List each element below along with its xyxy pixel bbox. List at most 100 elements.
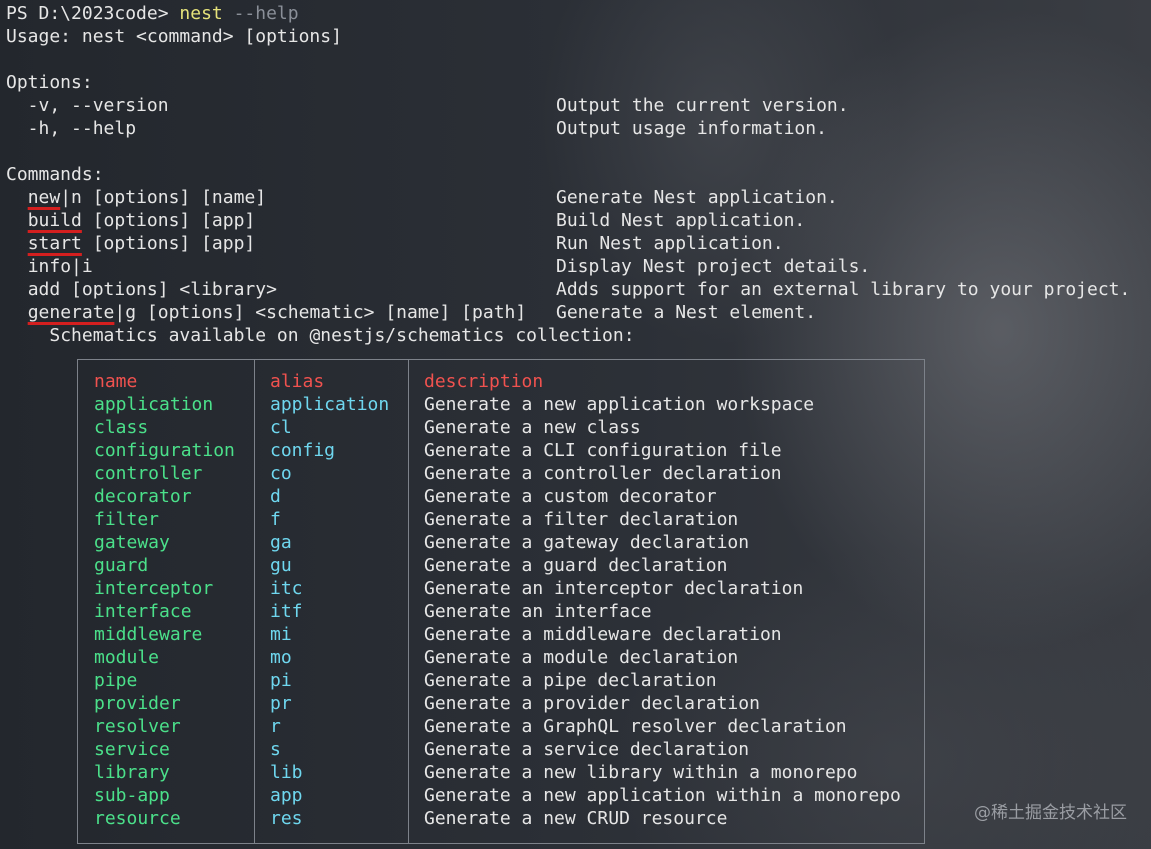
- option-help: -h, --help Output usage information.: [6, 118, 827, 139]
- command-generate: generate|g [options] <schematic> [name] …: [27, 302, 817, 323]
- schematic-description: Generate a guard declaration: [424, 555, 728, 576]
- schematic-name: interceptor: [94, 578, 214, 599]
- command-name-new: new: [27, 187, 61, 208]
- schematic-description: Generate a middleware declaration: [424, 624, 782, 645]
- table-row: provider pr Generate a provider declaratio…: [78, 692, 924, 715]
- table-row: gateway ga Generate a gateway declaration: [78, 531, 924, 554]
- schematic-description: Generate an interface: [424, 601, 652, 622]
- schematic-name: module: [94, 647, 160, 668]
- command-name-build: build: [27, 210, 82, 231]
- schematic-name: service: [94, 739, 170, 760]
- schematic-description: Generate a new class: [424, 417, 641, 438]
- table-row: library lib Generate a new library within …: [78, 761, 924, 784]
- table-row: pipe pi Generate a pipe declaration: [78, 669, 924, 692]
- schematic-description: Generate a filter declaration: [424, 509, 739, 530]
- schematic-description: Generate a custom decorator: [424, 486, 717, 507]
- command-new: new|n [options] [name] Generate Nest appl…: [27, 187, 838, 208]
- table-row: interface itf Generate an interface: [78, 600, 924, 623]
- command-add: add [options] <library> Adds support for …: [27, 279, 1131, 300]
- table-row: service s Generate a service declaration: [78, 738, 924, 761]
- terminal-output[interactable]: PS D:\2023code> nest --help Usage: nest …: [6, 2, 1151, 347]
- schematic-name: sub-app: [94, 785, 170, 806]
- schematic-description: Generate a new application within a mono…: [424, 785, 901, 806]
- schematic-description: Generate a gateway declaration: [424, 532, 750, 553]
- schematic-alias: gu: [270, 555, 292, 576]
- schematic-name: provider: [94, 693, 181, 714]
- table-row: resolver r Generate a GraphQL resolver dec…: [78, 715, 924, 738]
- schematic-description: Generate a pipe declaration: [424, 670, 717, 691]
- schematic-alias: res: [270, 808, 303, 829]
- watermark: @稀土掘金技术社区: [974, 803, 1127, 823]
- schematic-alias: app: [270, 785, 303, 806]
- schematic-description: Generate a module declaration: [424, 647, 739, 668]
- table-row: sub-app app Generate a new application wit…: [78, 784, 924, 807]
- schematic-name: resolver: [94, 716, 181, 737]
- schematic-name: controller: [94, 463, 203, 484]
- prompt-path: PS D:\2023code>: [6, 3, 180, 24]
- schematic-name: configuration: [94, 440, 235, 461]
- schematic-description: Generate a CLI configuration file: [424, 440, 782, 461]
- prompt-command: nest: [179, 3, 223, 24]
- schematic-description: Generate an interceptor declaration: [424, 578, 804, 599]
- schematic-alias: lib: [270, 762, 303, 783]
- schematic-alias: d: [270, 486, 281, 507]
- schematic-description: Generate a provider declaration: [424, 693, 760, 714]
- schematic-alias: itf: [270, 601, 303, 622]
- table-header-row: name alias description: [78, 370, 924, 393]
- table-row: class cl Generate a new class: [78, 416, 924, 439]
- header-alias: alias: [270, 371, 325, 392]
- command-build: build [options] [app] Build Nest applicat…: [27, 210, 806, 231]
- command-name-generate: generate: [27, 302, 115, 323]
- schematic-alias: s: [270, 739, 281, 760]
- schematic-alias: itc: [270, 578, 303, 599]
- schematic-name: library: [94, 762, 170, 783]
- schematic-alias: ga: [270, 532, 292, 553]
- schematic-alias: mo: [270, 647, 292, 668]
- schematic-alias: cl: [270, 417, 292, 438]
- schematics-line: Schematics available on @nestjs/schemati…: [49, 325, 635, 346]
- schematic-name: gateway: [94, 532, 170, 553]
- command-name-start: start: [27, 233, 82, 254]
- schematic-name: class: [94, 417, 149, 438]
- schematic-name: application: [94, 394, 214, 415]
- schematic-name: resource: [94, 808, 181, 829]
- schematic-name: guard: [94, 555, 149, 576]
- schematic-alias: pi: [270, 670, 292, 691]
- table-row: application application Generate a new app…: [78, 393, 924, 416]
- schematic-name: filter: [94, 509, 160, 530]
- options-header: Options:: [6, 72, 93, 93]
- schematic-alias: f: [270, 509, 281, 530]
- schematic-description: Generate a GraphQL resolver declaration: [424, 716, 847, 737]
- table-row: interceptor itc Generate an interceptor de…: [78, 577, 924, 600]
- table-row: controller co Generate a controller declar…: [78, 462, 924, 485]
- prompt-line: PS D:\2023code> nest --help: [6, 2, 1151, 25]
- schematic-alias: r: [270, 716, 281, 737]
- schematic-description: Generate a new application workspace: [424, 394, 815, 415]
- header-name: name: [94, 371, 138, 392]
- usage-line: Usage: nest <command> [options]: [6, 26, 342, 47]
- table-row: filter f Generate a filter declaration: [78, 508, 924, 531]
- header-description: description: [424, 371, 544, 392]
- schematic-name: middleware: [94, 624, 203, 645]
- option-version: -v, --version Output the current version.: [6, 95, 849, 116]
- prompt-args: --help: [222, 3, 299, 24]
- table-row: middleware mi Generate a middleware declar…: [78, 623, 924, 646]
- table-row: guard gu Generate a guard declaration: [78, 554, 924, 577]
- command-info: info|i Display Nest project details.: [27, 256, 871, 277]
- schematic-alias: application: [270, 394, 390, 415]
- schematics-table: name alias description application applicati…: [77, 359, 925, 844]
- table-row: resource res Generate a new CRUD resource: [78, 807, 924, 830]
- schematic-alias: co: [270, 463, 292, 484]
- schematic-name: decorator: [94, 486, 192, 507]
- commands-header: Commands:: [6, 164, 104, 185]
- schematic-name: pipe: [94, 670, 138, 691]
- schematic-alias: mi: [270, 624, 292, 645]
- command-start: start [options] [app] Run Nest applicatio…: [27, 233, 784, 254]
- schematic-description: Generate a new CRUD resource: [424, 808, 728, 829]
- schematic-description: Generate a new library within a monorepo: [424, 762, 858, 783]
- table-row: configuration config Generate a CLI config…: [78, 439, 924, 462]
- schematic-alias: pr: [270, 693, 292, 714]
- schematic-description: Generate a service declaration: [424, 739, 750, 760]
